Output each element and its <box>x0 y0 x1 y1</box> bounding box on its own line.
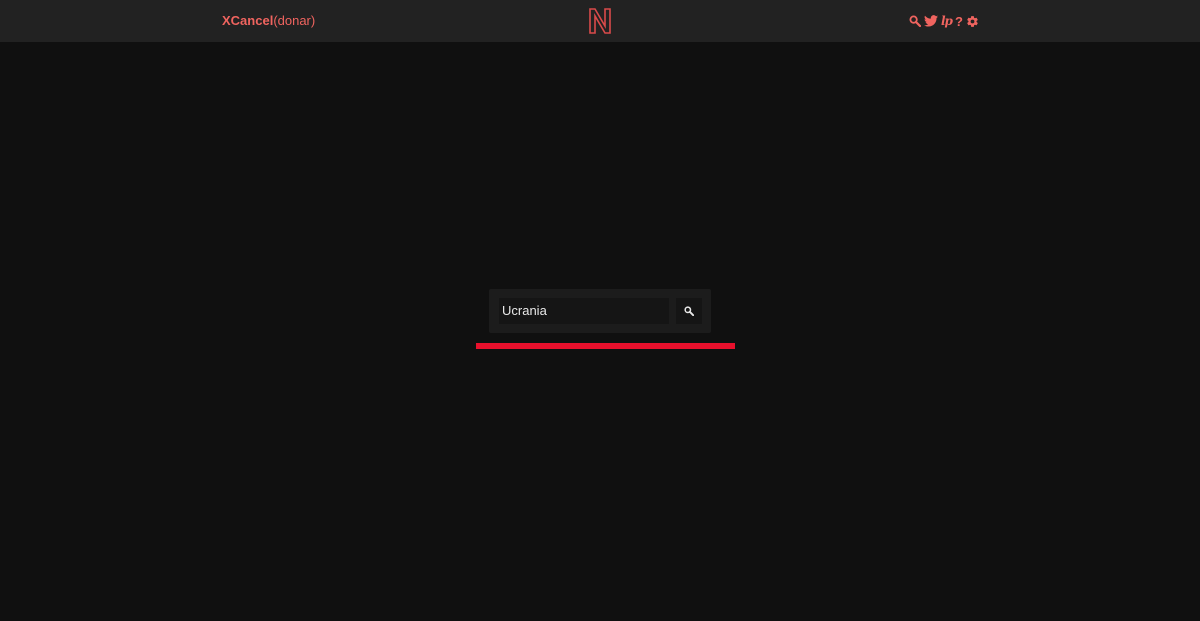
nav-icon-group: lp ? <box>909 12 979 30</box>
top-navbar: XCancel(donar) lp ? <box>0 0 1200 42</box>
brand-name[interactable]: XCancel <box>222 13 273 28</box>
brand[interactable]: XCancel(donar) <box>222 13 315 29</box>
nitter-logo-icon[interactable] <box>586 6 614 36</box>
donate-link[interactable]: (donar) <box>273 13 315 28</box>
rss-icon[interactable]: lp <box>941 13 953 29</box>
help-icon[interactable]: ? <box>955 13 963 29</box>
search-panel <box>489 289 711 333</box>
highlight-underline <box>476 343 735 349</box>
twitter-bird-icon[interactable] <box>924 13 938 29</box>
search-icon[interactable] <box>909 13 921 29</box>
search-button[interactable] <box>676 298 702 324</box>
search-input[interactable] <box>499 298 669 324</box>
search-icon <box>684 304 695 319</box>
gear-icon[interactable] <box>966 13 979 29</box>
